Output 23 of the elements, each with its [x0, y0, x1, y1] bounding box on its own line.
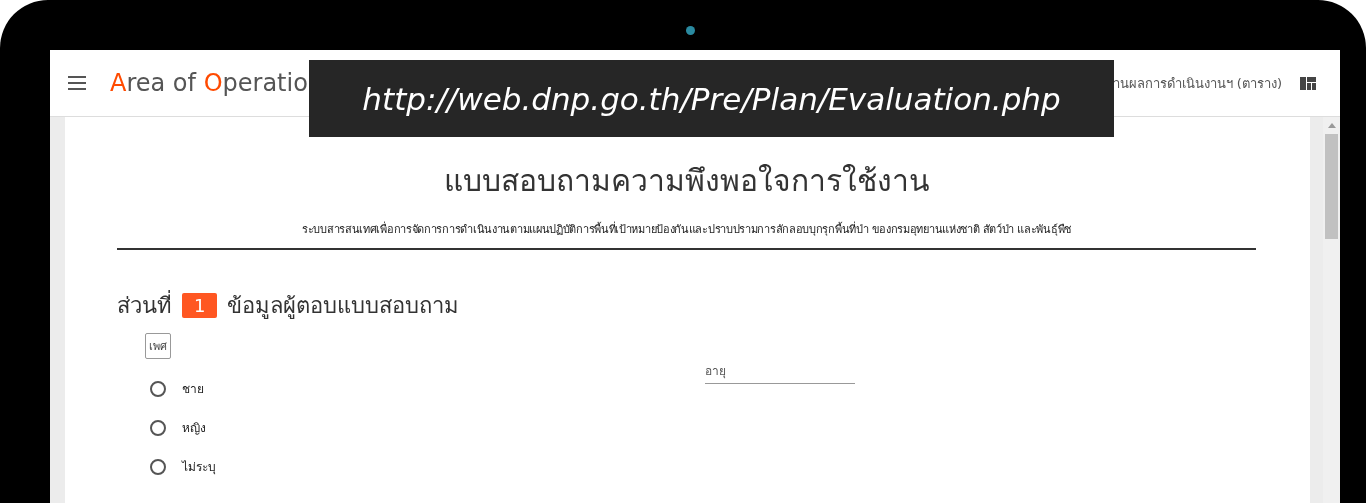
app-logo: Area of Operatio — [110, 69, 308, 97]
nav-link[interactable]: านผลการดำเนินงานฯ (ตาราง) — [1112, 72, 1282, 94]
dashboard-icon[interactable] — [1300, 76, 1316, 90]
gender-radio-option[interactable]: ชาย — [145, 379, 705, 398]
scrollbar[interactable] — [1323, 117, 1340, 503]
option-label: ไม่ระบุ — [182, 459, 216, 476]
menu-icon[interactable] — [68, 76, 86, 90]
radio-icon[interactable] — [150, 458, 166, 475]
gender-label: เพศ — [145, 333, 171, 359]
option-label: หญิง — [182, 420, 206, 437]
gender-radio-option[interactable]: หญิง — [145, 418, 705, 437]
option-label: ชาย — [182, 381, 204, 398]
scroll-thumb[interactable] — [1325, 134, 1338, 239]
section-prefix: ส่วนที่ — [117, 288, 172, 323]
radio-icon[interactable] — [150, 419, 166, 436]
form-title: แบบสอบถามความพึงพอใจการใช้งาน — [442, 162, 931, 200]
url-banner: http://web.dnp.go.th/Pre/Plan/Evaluation.php — [309, 60, 1114, 137]
section-title: ข้อมูลผู้ตอบแบบสอบถาม — [227, 292, 460, 321]
radio-icon[interactable] — [150, 380, 166, 397]
camera-icon — [686, 26, 695, 35]
gender-radio-option[interactable]: ไม่ระบุ — [145, 457, 705, 476]
section-number-badge: 1 — [182, 293, 218, 318]
form-subtitle: ระบบสารสนเทศเพื่อการจัดการการดำเนินงานตามแผนปฏิบัติการพื้นที่เป้าหมายป้องกันและปราบปรามการลักลอบบุกรุกพื้นที่ป่า ของกรมอุทยานแห่งชาติ สัตว์ป่า และพันธุ์พืช — [117, 220, 1256, 250]
